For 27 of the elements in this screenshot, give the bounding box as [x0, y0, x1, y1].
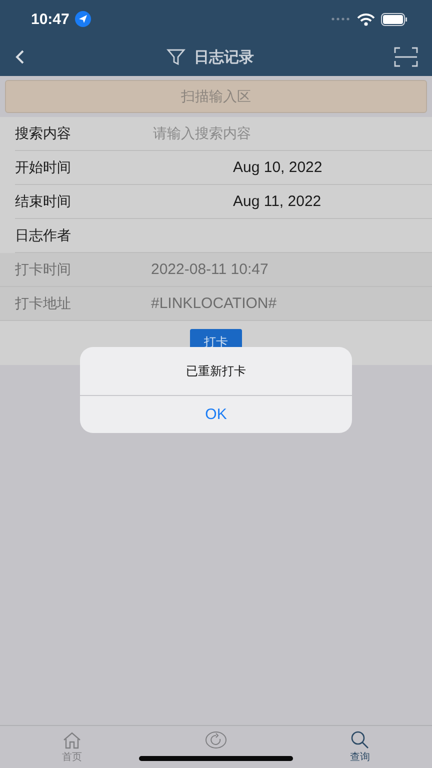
scan-icon — [394, 47, 418, 67]
battery-icon — [381, 12, 408, 26]
search-icon — [350, 731, 370, 749]
date-picker[interactable]: Aug 10, 2022 — [233, 159, 322, 176]
field-label: 打卡地址 — [15, 294, 72, 312]
status-time: 10:47 — [31, 10, 70, 28]
field-value: 2022-08-11 10:47 — [151, 261, 268, 278]
chevron-left-icon — [14, 49, 26, 65]
ok-button[interactable]: OK — [80, 396, 352, 433]
nav-title: 日志记录 — [194, 48, 254, 66]
wifi-icon — [357, 12, 375, 26]
field-label: 日志作者 — [15, 226, 72, 244]
refresh-icon — [205, 731, 227, 749]
field-value: #LINKLOCATION# — [151, 295, 277, 312]
alert-message: 已重新打卡 — [80, 347, 352, 396]
input-field[interactable]: 请输入搜索内容 — [151, 124, 432, 142]
scan-input-field[interactable]: 扫描输入区 — [5, 80, 427, 113]
field-label: 开始时间 — [15, 158, 72, 176]
location-icon — [75, 11, 92, 27]
date-picker[interactable]: Aug 11, 2022 — [233, 193, 322, 210]
field-label: 搜索内容 — [15, 124, 72, 142]
filter-icon[interactable] — [166, 47, 186, 67]
home-icon — [62, 731, 82, 749]
tab[interactable]: 查询 — [288, 726, 432, 768]
field-label: 打卡时间 — [15, 260, 72, 278]
field-label: 结束时间 — [15, 192, 72, 210]
signal-icon — [331, 17, 351, 21]
